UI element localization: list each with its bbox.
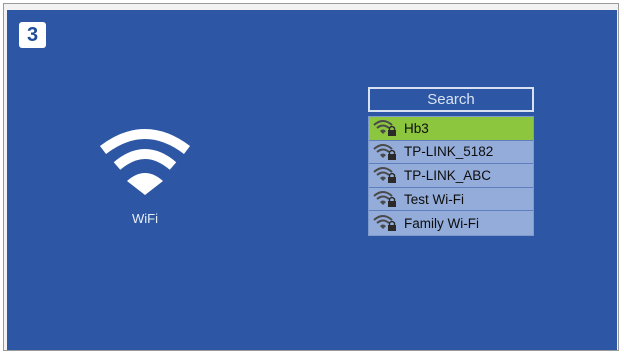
network-name: Test Wi-Fi (404, 191, 464, 207)
wifi-label: WiFi (132, 211, 158, 226)
network-name: TP-LINK_5182 (404, 144, 494, 160)
network-item-tp-link-5182[interactable]: TP-LINK_5182 (369, 141, 533, 165)
wifi-lock-icon (373, 143, 396, 160)
wifi-icon (99, 129, 191, 195)
network-item-test-wi-fi[interactable]: Test Wi-Fi (369, 188, 533, 212)
step-number-badge: 3 (19, 22, 46, 48)
wifi-lock-icon (373, 167, 396, 184)
wifi-network-panel: Search Hb3 TP-LINK_5182 TP-LINK_ABC Test… (368, 87, 534, 241)
wifi-app[interactable]: WiFi (95, 122, 195, 232)
network-item-family-wi-fi[interactable]: Family Wi-Fi (369, 211, 533, 235)
wifi-lock-icon (373, 191, 396, 208)
step-number: 3 (26, 23, 39, 46)
wifi-lock-icon (373, 120, 396, 137)
network-list: Hb3 TP-LINK_5182 TP-LINK_ABC Test Wi-Fi … (368, 116, 534, 236)
network-item-tp-link-abc[interactable]: TP-LINK_ABC (369, 164, 533, 188)
network-item-hb3[interactable]: Hb3 (369, 117, 533, 141)
network-name: Family Wi-Fi (404, 215, 479, 231)
network-name: Hb3 (404, 120, 429, 136)
search-button[interactable]: Search (368, 87, 534, 112)
wifi-lock-icon (373, 215, 396, 232)
network-name: TP-LINK_ABC (404, 167, 492, 183)
